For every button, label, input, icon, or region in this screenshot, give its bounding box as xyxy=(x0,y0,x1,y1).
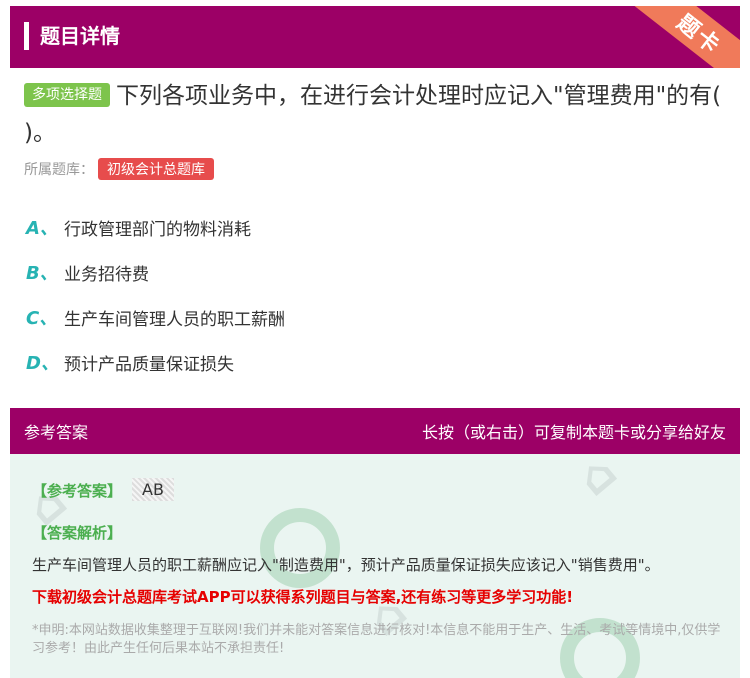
ribbon-label: 题卡 xyxy=(671,10,726,60)
app-download-link[interactable]: 下载初级会计总题库考试APP可以获得系列题目与答案,还有练习等更多学习功能! xyxy=(32,586,722,607)
share-hint: 长按（或右击）可复制本题卡或分享给好友 xyxy=(421,423,726,442)
option-letter: C、 xyxy=(26,308,58,329)
answer-section-title: 参考答案 xyxy=(24,423,89,442)
option-b[interactable]: B、 业务招待费 xyxy=(26,259,149,285)
disclaimer-text: *申明:本网站数据收集整理于互联网!我们并未能对答案信息进行核对!本信息不能用于… xyxy=(32,623,721,656)
page-title: 题目详情 xyxy=(40,24,120,48)
bank-link[interactable]: 初级会计总题库 xyxy=(98,158,214,180)
option-text: 业务招待费 xyxy=(64,264,149,285)
bank-label: 所属题库： xyxy=(24,162,94,178)
option-a[interactable]: A、 行政管理部门的物料消耗 xyxy=(26,214,251,240)
option-c[interactable]: C、 生产车间管理人员的职工薪酬 xyxy=(26,304,285,330)
header-accent-bar xyxy=(24,22,29,50)
option-letter: D、 xyxy=(26,353,59,374)
option-letter: A、 xyxy=(26,218,58,239)
option-text: 预计产品质量保证损失 xyxy=(64,354,234,375)
answer-label: 【参考答案】 xyxy=(32,482,123,500)
question-text: 下列各项业务中，在进行会计处理时应记入"管理费用"的有( )。 xyxy=(24,83,722,146)
explanation-text: 生产车间管理人员的职工薪酬应记入"制造费用"，预计产品质量保证损失应该记入"销售… xyxy=(32,556,660,574)
answer-panel: ⌂ ⌂ ⌂ 参考答案 长按（或右击）可复制本题卡或分享给好友 【参考答案】 AB… xyxy=(10,408,740,678)
option-d[interactable]: D、 预计产品质量保证损失 xyxy=(26,349,234,375)
question-bank-row: 所属题库： 初级会计总题库 xyxy=(24,158,214,180)
question-card-ribbon[interactable]: 题卡 xyxy=(625,6,740,68)
page-header: 题目详情 题卡 xyxy=(10,6,740,68)
option-text: 生产车间管理人员的职工薪酬 xyxy=(64,309,285,330)
question-type-badge: 多项选择题 xyxy=(24,83,110,107)
option-letter: B、 xyxy=(26,263,58,284)
answer-header: 参考答案 长按（或右击）可复制本题卡或分享给好友 xyxy=(10,408,740,454)
answer-value: AB xyxy=(132,478,174,501)
explanation-label: 【答案解析】 xyxy=(32,524,123,542)
question-stem: 多项选择题 下列各项业务中，在进行会计处理时应记入"管理费用"的有( )。 xyxy=(24,78,724,152)
option-text: 行政管理部门的物料消耗 xyxy=(64,219,251,240)
watermark-logo-icon xyxy=(260,508,340,588)
